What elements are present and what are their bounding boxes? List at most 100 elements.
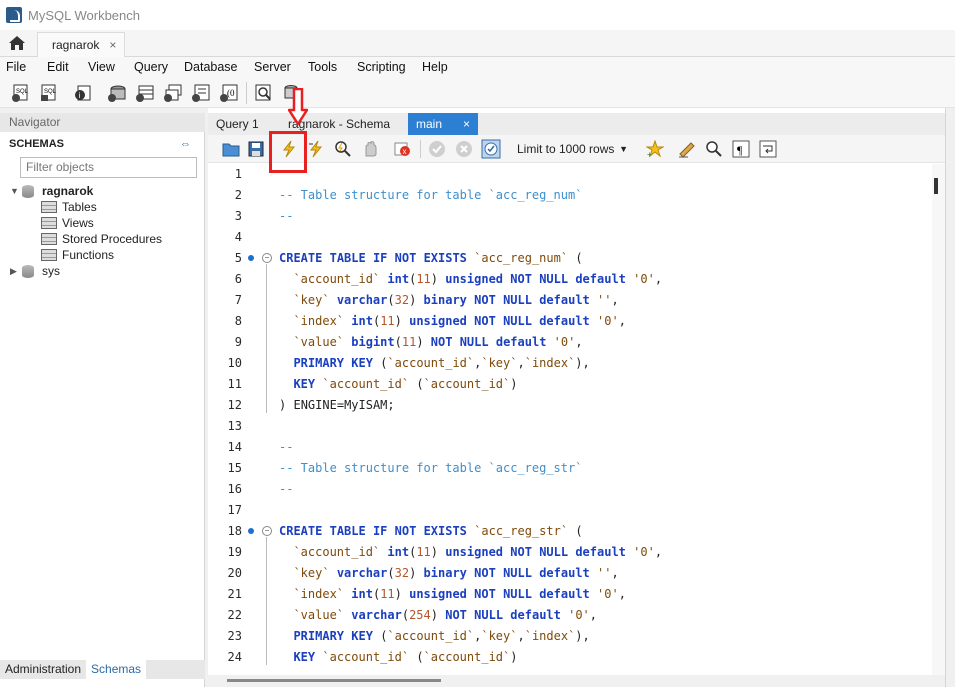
tree-item-views[interactable]: Views [41, 215, 94, 231]
create-table-icon [136, 85, 154, 102]
code-line[interactable]: 9 `value` bigint(11) NOT NULL default '0… [208, 332, 932, 353]
horizontal-scrollbar[interactable] [208, 675, 945, 687]
code-line[interactable]: 10 PRIMARY KEY (`account_id`,`key`,`inde… [208, 353, 932, 374]
find-icon [706, 141, 722, 157]
search-table-data-button[interactable] [252, 82, 274, 104]
code-line[interactable]: 19 `account_id` int(11) unsigned NOT NUL… [208, 542, 932, 563]
explain-button[interactable] [333, 139, 353, 159]
tree-schema-sys[interactable]: ▶ sys [10, 263, 60, 279]
tables-icon [41, 201, 57, 213]
code-line[interactable]: 20 `key` varchar(32) binary NOT NULL def… [208, 563, 932, 584]
tab-main[interactable]: main × [408, 113, 478, 135]
line-number: 24 [227, 650, 242, 664]
code-text: `index` int(11) unsigned NOT NULL defaul… [293, 314, 626, 328]
caret-down-icon[interactable]: ▼ [10, 186, 22, 196]
tab-administration[interactable]: Administration [0, 660, 86, 679]
code-line[interactable]: 17 [208, 500, 932, 521]
code-line[interactable]: 24 KEY `account_id` (`account_id`) [208, 647, 932, 668]
caret-right-icon[interactable]: ▶ [10, 266, 22, 277]
autocommit-toggle-button[interactable] [481, 139, 501, 159]
create-function-icon: (0 [220, 84, 238, 102]
fold-toggle-icon[interactable]: − [262, 526, 272, 536]
add-snippet-button[interactable]: + [645, 139, 665, 159]
word-wrap-button[interactable] [758, 139, 778, 159]
create-function-button[interactable]: (0 [218, 82, 240, 104]
tab-schemas[interactable]: Schemas [86, 660, 147, 679]
menu-scripting[interactable]: Scripting [357, 60, 422, 74]
menu-view[interactable]: View [88, 60, 134, 74]
find-panel-button[interactable] [704, 139, 724, 159]
schema-label-sys: sys [42, 264, 60, 278]
rollback-button[interactable] [454, 139, 474, 159]
code-line[interactable]: 18 − CREATE TABLE IF NOT EXISTS `acc_reg_s… [208, 521, 932, 542]
code-text: -- [279, 440, 294, 454]
code-line[interactable]: 5 − CREATE TABLE IF NOT EXISTS `acc_reg_nu… [208, 248, 932, 269]
code-line[interactable]: 12) ENGINE=MyISAM; [208, 395, 932, 416]
home-button[interactable] [6, 34, 28, 52]
navigator-bottom-tabs: Administration Schemas [0, 660, 205, 679]
toggle-continue-on-error-button[interactable]: x [393, 139, 413, 159]
tree-schema-ragnarok[interactable]: ▼ ragnarok [10, 183, 93, 199]
commit-button[interactable] [427, 139, 447, 159]
create-table-button[interactable] [134, 82, 156, 104]
menu-help[interactable]: Help [422, 60, 462, 74]
code-line[interactable]: 6 `account_id` int(11) unsigned NOT NULL… [208, 269, 932, 290]
code-line[interactable]: 3 -- [208, 206, 932, 227]
invisible-chars-button[interactable]: ¶ [731, 139, 751, 159]
tree-item-stored-procedures[interactable]: Stored Procedures [41, 231, 162, 247]
stop-icon [365, 141, 377, 157]
fold-toggle-icon[interactable]: − [262, 253, 272, 263]
open-sql-script-button[interactable]: SQL [38, 82, 60, 104]
code-line[interactable]: 15 -- Table structure for table `acc_reg_… [208, 458, 932, 479]
code-line[interactable]: 13 [208, 416, 932, 437]
close-icon[interactable]: × [109, 38, 116, 52]
menu-file[interactable]: File [6, 60, 47, 74]
scroll-thumb[interactable] [227, 679, 441, 682]
line-number: 6 [234, 272, 242, 286]
code-line[interactable]: 22 `value` varchar(254) NOT NULL default… [208, 605, 932, 626]
create-view-button[interactable] [162, 82, 184, 104]
code-line[interactable]: 8 `index` int(11) unsigned NOT NULL defa… [208, 311, 932, 332]
execute-current-statement-button[interactable] [306, 139, 326, 159]
new-sql-tab-button[interactable]: SQL [10, 82, 32, 104]
tree-item-functions[interactable]: Functions [41, 247, 114, 263]
code-line[interactable]: 21 `index` int(11) unsigned NOT NULL def… [208, 584, 932, 605]
svg-text:i: i [79, 91, 81, 100]
line-number: 23 [227, 629, 242, 643]
tab-query-1[interactable]: Query 1 [208, 113, 278, 135]
code-line[interactable]: 4 [208, 227, 932, 248]
save-script-button[interactable] [246, 139, 266, 159]
filter-objects-input[interactable]: Filter objects [20, 157, 197, 178]
connection-tab-ragnarok[interactable]: ragnarok × [37, 32, 125, 57]
connection-tab-bar: ragnarok × [0, 30, 955, 57]
scroll-thumb[interactable] [934, 178, 938, 194]
functions-icon [41, 249, 57, 261]
limit-rows-select[interactable]: Limit to 1000 rows ▼ [511, 139, 634, 159]
beautify-button[interactable] [677, 139, 697, 159]
code-line[interactable]: 14 -- [208, 437, 932, 458]
create-procedure-button[interactable] [190, 82, 212, 104]
menu-query[interactable]: Query [134, 60, 184, 74]
stop-button[interactable] [360, 139, 380, 159]
code-line[interactable]: 11 KEY `account_id` (`account_id`) [208, 374, 932, 395]
code-text: `value` varchar(254) NOT NULL default '0… [293, 608, 598, 622]
inspector-button[interactable]: i [72, 82, 94, 104]
close-tab-icon[interactable]: × [463, 113, 470, 135]
menu-server[interactable]: Server [254, 60, 308, 74]
create-schema-button[interactable] [106, 82, 128, 104]
code-line[interactable]: 2 -- Table structure for table `acc_reg_n… [208, 185, 932, 206]
sql-code-editor[interactable]: 1 2 -- Table structure for table `acc_reg_… [208, 164, 932, 675]
window-title: MySQL Workbench [28, 7, 140, 23]
code-line[interactable]: 23 PRIMARY KEY (`account_id`,`key`,`inde… [208, 626, 932, 647]
open-script-button[interactable] [221, 139, 241, 159]
code-line[interactable]: 1 [208, 164, 932, 185]
menu-tools[interactable]: Tools [308, 60, 357, 74]
code-line[interactable]: 16 -- [208, 479, 932, 500]
tree-item-tables[interactable]: Tables [41, 199, 97, 215]
menu-edit[interactable]: Edit [47, 60, 88, 74]
menu-database[interactable]: Database [184, 60, 254, 74]
statement-marker-icon [248, 255, 254, 261]
refresh-schemas-icon[interactable]: ⇔ [180, 138, 191, 150]
code-line[interactable]: 7 `key` varchar(32) binary NOT NULL defa… [208, 290, 932, 311]
vertical-scrollbar[interactable] [932, 164, 945, 675]
